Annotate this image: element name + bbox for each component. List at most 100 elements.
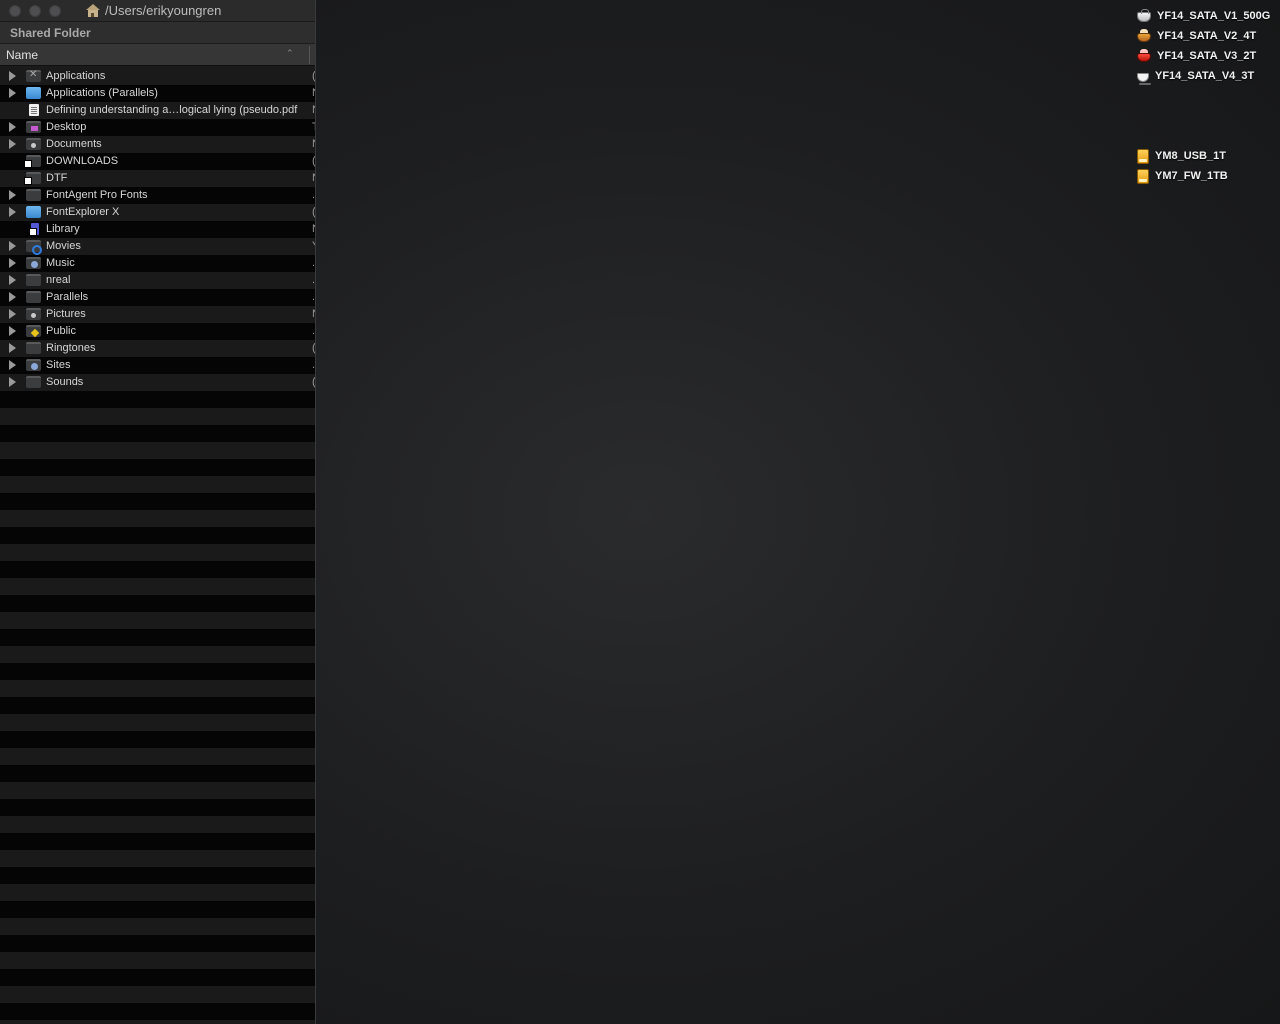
sites-folder-icon (26, 359, 41, 371)
list-item[interactable]: Ringtones ( (0, 340, 316, 357)
disclosure-triangle-icon[interactable] (9, 207, 17, 217)
volume-label: YF14_SATA_V2_4T (1157, 30, 1257, 42)
list-item[interactable]: Public. (0, 323, 316, 340)
disclosure-triangle-icon[interactable] (9, 88, 17, 98)
disclosure-triangle-icon[interactable] (9, 139, 17, 149)
truncated-column-value: T (312, 121, 315, 133)
item-name: DOWNLOADS (46, 155, 119, 167)
disclosure-triangle-icon[interactable] (9, 326, 17, 336)
alias-folder-icon (24, 172, 41, 185)
shared-folder-label: Shared Folder (10, 25, 91, 40)
truncated-column-value: N (312, 138, 315, 150)
fontexplorer-folder-icon (26, 206, 41, 218)
disclosure-triangle-icon[interactable] (9, 292, 17, 302)
list-item[interactable]: Desktop T (0, 119, 315, 136)
item-name: Pictures (46, 308, 86, 320)
truncated-column-value: . (312, 274, 316, 286)
list-item[interactable]: Sites. (0, 357, 315, 374)
disclosure-triangle-icon[interactable] (9, 377, 17, 387)
item-name: Applications (46, 70, 106, 82)
item-name: Movies (46, 240, 81, 252)
desktop-volume[interactable]: YF14_SATA_V1_500G (1135, 6, 1280, 26)
list-item[interactable]: nreal. (0, 272, 316, 289)
volume-label: YF14_SATA_V1_500G (1157, 10, 1271, 22)
volume-label: YM8_USB_1T (1155, 150, 1226, 162)
truncated-column-value: N (312, 223, 315, 235)
list-item[interactable]: Music. (0, 255, 316, 272)
truncated-column-value: N (312, 172, 315, 184)
truncated-column-value: ( (312, 342, 316, 354)
disclosure-triangle-icon[interactable] (9, 71, 17, 81)
disclosure-triangle-icon[interactable] (9, 275, 17, 285)
disclosure-triangle-icon[interactable] (9, 309, 17, 319)
window-controls (9, 4, 61, 17)
zoom-button[interactable] (49, 4, 61, 17)
music-folder-icon (26, 257, 41, 269)
list-item[interactable]: Documents N (0, 136, 315, 153)
finder-window: /Users/erikyoungren Shared Folder Name ⌃… (0, 0, 316, 1024)
volume-label: YF14_SATA_V3_2T (1157, 50, 1257, 62)
column-header-name[interactable]: Name ⌃ (0, 44, 315, 66)
desktop-volume[interactable]: YF14_SATA_V3_2T (1135, 46, 1280, 66)
truncated-column-value: Y (312, 240, 315, 252)
item-name: FontAgent Pro Fonts (46, 189, 148, 201)
item-name: Desktop (46, 121, 87, 133)
close-button[interactable] (9, 4, 21, 17)
list-item[interactable]: Applications (Parallels) N (0, 85, 315, 102)
minimize-button[interactable] (29, 4, 41, 17)
item-name: Public (46, 325, 76, 337)
disclosure-triangle-icon[interactable] (9, 122, 17, 132)
item-name: FontExplorer X (46, 206, 120, 218)
truncated-column-value: . (312, 189, 316, 201)
item-name: Music (46, 257, 75, 269)
column-divider[interactable] (309, 46, 310, 64)
desktop-volume[interactable]: YM7_FW_1TB (1135, 166, 1280, 186)
alias-folder-icon (24, 155, 41, 168)
window-title: /Users/erikyoungren (105, 3, 222, 18)
list-item[interactable]: DOWNLOADS ( (0, 153, 316, 170)
truncated-column-value: N (312, 87, 315, 99)
parallels-folder-icon (26, 87, 41, 99)
orange-disk-icon (1137, 29, 1151, 42)
disclosure-triangle-icon[interactable] (9, 190, 17, 200)
disclosure-triangle-icon[interactable] (9, 360, 17, 370)
title-bar[interactable]: /Users/erikyoungren (0, 0, 315, 22)
item-name: Ringtones (46, 342, 96, 354)
list-item[interactable]: Applications ( (0, 68, 315, 85)
item-name: DTF (46, 172, 68, 184)
desktop-volume[interactable]: YM8_USB_1T (1135, 146, 1280, 166)
pictures-folder-icon (26, 308, 41, 320)
truncated-column-value: ( (312, 155, 316, 167)
desktop-volume[interactable]: YF14_SATA_V2_4T (1135, 26, 1280, 46)
list-item[interactable]: Pictures N (0, 306, 315, 323)
list-item[interactable]: FontAgent Pro Fonts. (0, 187, 316, 204)
truncated-column-value: . (312, 257, 316, 269)
disclosure-triangle-icon[interactable] (9, 241, 17, 251)
file-list: Applications (Applications (Parallels) N De… (0, 68, 316, 1024)
folder-icon (26, 274, 41, 286)
folder-icon (26, 189, 41, 201)
list-item[interactable]: Defining understanding a…logical lying (… (0, 102, 315, 119)
truncated-column-value: . (312, 325, 316, 337)
item-name: Sites (46, 359, 71, 371)
disclosure-triangle-icon[interactable] (9, 258, 17, 268)
shared-folder-header: Shared Folder (0, 22, 315, 44)
list-item[interactable]: FontExplorer X ( (0, 204, 315, 221)
item-name: Parallels (46, 291, 89, 303)
item-name: Sounds (46, 376, 84, 388)
disclosure-triangle-icon[interactable] (9, 343, 17, 353)
usb-drive-icon (1137, 148, 1149, 164)
firewire-drive-icon (1137, 168, 1149, 184)
list-item[interactable]: Library N (0, 221, 315, 238)
list-item[interactable]: Movies Y (0, 238, 315, 255)
volume-label: YF14_SATA_V4_3T (1155, 70, 1255, 82)
item-name: nreal (46, 274, 71, 286)
list-item[interactable]: Sounds ( (0, 374, 315, 391)
list-item[interactable]: DTF N (0, 170, 315, 187)
folder-icon (26, 342, 41, 354)
list-item[interactable]: Parallels. (0, 289, 315, 306)
red-disk-icon (1137, 49, 1151, 62)
folder-icon (26, 376, 41, 388)
desktop-volume[interactable]: YF14_SATA_V4_3T (1135, 66, 1280, 86)
truncated-column-value: N (312, 308, 315, 320)
